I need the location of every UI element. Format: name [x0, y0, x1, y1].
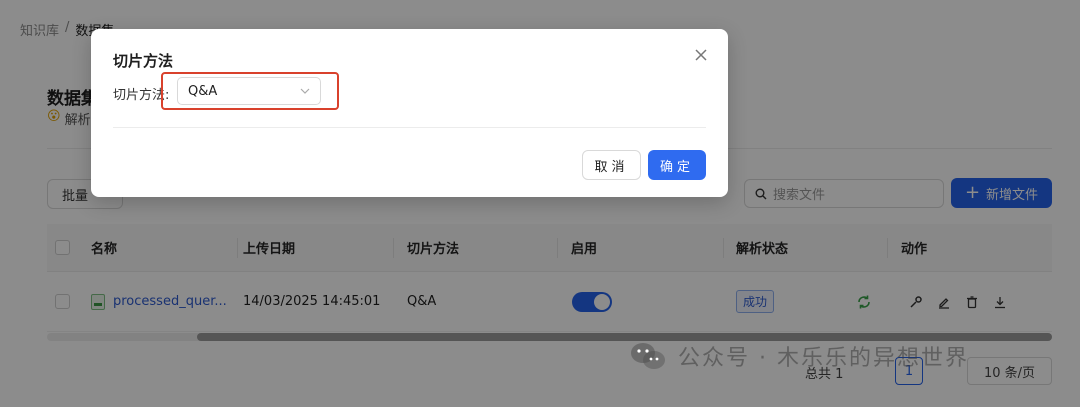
close-icon[interactable] [692, 46, 710, 64]
watermark: 公众号 · 木乐乐的异想世界 [628, 340, 969, 372]
confirm-button[interactable]: 确定 [648, 150, 706, 180]
wechat-icon [631, 343, 665, 369]
chunk-method-select[interactable]: Q&A [177, 77, 321, 105]
dialog-divider [113, 127, 706, 128]
chevron-down-icon [300, 88, 310, 94]
dialog-title: 切片方法 [113, 52, 174, 70]
cancel-button[interactable]: 取消 [582, 150, 641, 180]
chunk-method-dialog: 切片方法 切片方法: Q&A 取消 确定 [91, 29, 728, 197]
chunk-method-selected-value: Q&A [188, 83, 218, 99]
watermark-text: 公众号 · 木乐乐的异想世界 [678, 346, 969, 371]
